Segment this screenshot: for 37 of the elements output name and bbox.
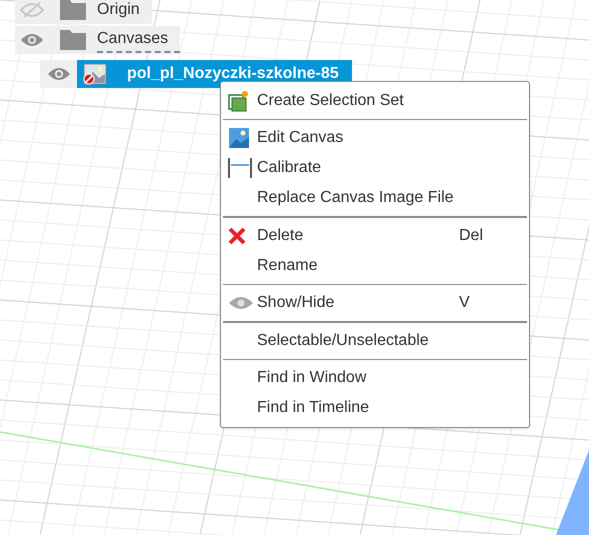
menu-item[interactable]: Replace Canvas Image File bbox=[221, 183, 529, 213]
shortcut-label: V bbox=[459, 293, 470, 313]
eye-icon[interactable] bbox=[46, 66, 70, 82]
close-icon bbox=[228, 227, 246, 245]
menu-label: Replace Canvas Image File bbox=[257, 188, 455, 208]
menu-item[interactable]: Selectable/Unselectable bbox=[221, 326, 529, 356]
menu-label: Rename bbox=[257, 256, 318, 276]
image-icon bbox=[83, 63, 107, 85]
tree-node[interactable]: Origin bbox=[15, 0, 152, 24]
menu-label: Edit Canvas bbox=[257, 128, 344, 148]
menu-label: Show/Hide bbox=[257, 293, 336, 313]
menu-item[interactable]: Find in Window bbox=[221, 363, 529, 393]
eye-icon[interactable] bbox=[20, 32, 44, 48]
menu-label: Selectable/Unselectable bbox=[257, 331, 430, 351]
menu-item[interactable]: Show/Hide V bbox=[221, 288, 529, 318]
menu-item[interactable]: Find in Timeline bbox=[221, 393, 529, 423]
tree-label: pol_pl_Nozyczki-szkolne-85 bbox=[127, 64, 339, 84]
menu-item[interactable]: Rename bbox=[221, 251, 529, 281]
menu-item[interactable]: Calibrate bbox=[221, 153, 529, 183]
menu-item[interactable]: Create Selection Set bbox=[221, 86, 529, 116]
shortcut-label: Del bbox=[459, 226, 484, 246]
tree-label: Origin bbox=[97, 0, 141, 20]
menu-item[interactable]: Delete Del bbox=[221, 221, 529, 251]
menu-label: Find in Window bbox=[257, 368, 368, 388]
menu-label: Find in Timeline bbox=[257, 398, 370, 418]
image-icon bbox=[228, 127, 250, 149]
tree-node[interactable]: Canvases bbox=[15, 26, 180, 54]
folder-icon bbox=[60, 0, 86, 20]
selection-set-icon bbox=[228, 90, 250, 112]
folder-icon bbox=[60, 30, 86, 50]
eye-icon bbox=[228, 295, 254, 311]
dimension-icon bbox=[228, 157, 252, 179]
menu-item[interactable]: Edit Canvas bbox=[221, 123, 529, 153]
tree-label: Canvases bbox=[97, 27, 180, 53]
menu-label: Calibrate bbox=[257, 158, 322, 178]
menu-label: Create Selection Set bbox=[257, 91, 405, 111]
menu-label: Delete bbox=[257, 226, 304, 246]
